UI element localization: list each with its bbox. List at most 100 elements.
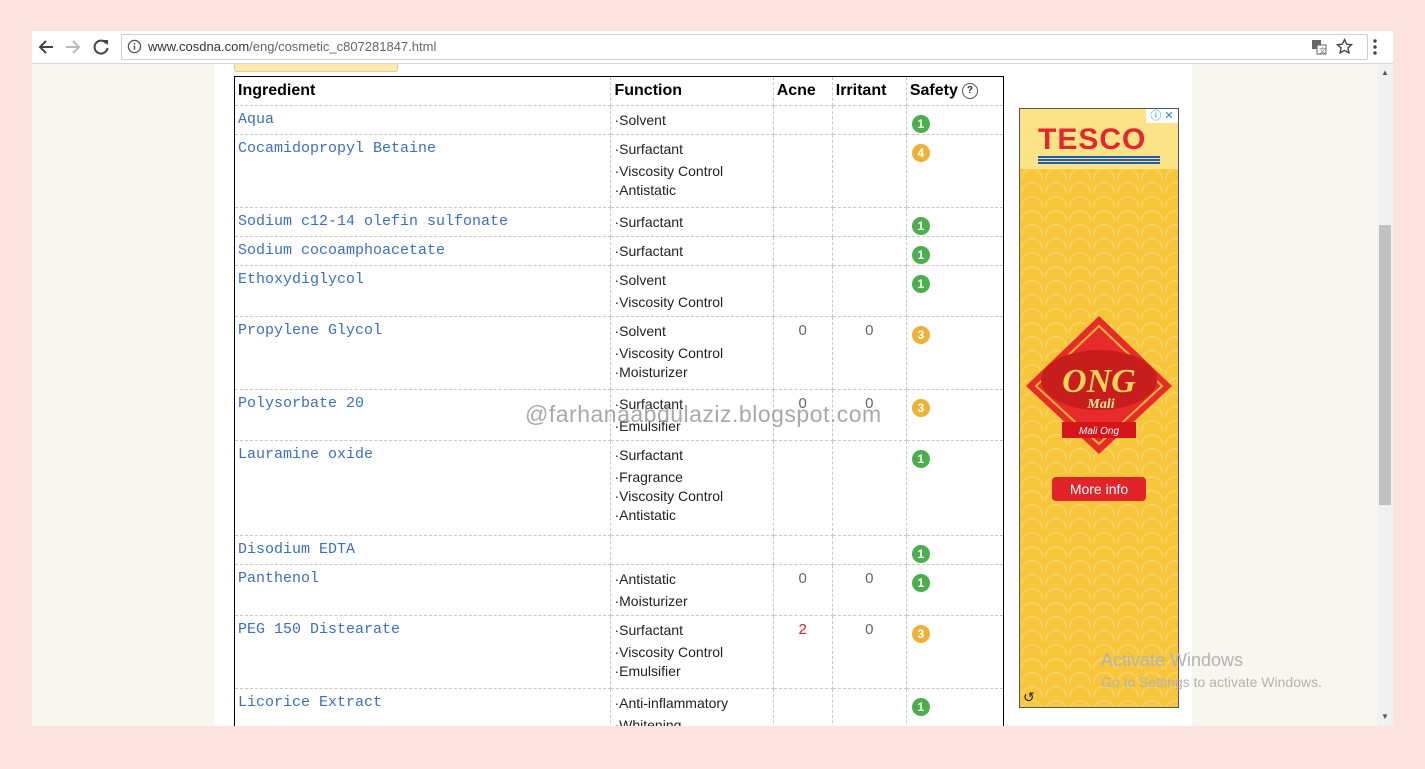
- top-tab[interactable]: [234, 64, 398, 72]
- irritant-cell: 0: [832, 564, 907, 616]
- ad-choices-close[interactable]: ⓘ ✕: [1146, 109, 1178, 123]
- acne-cell: [773, 236, 833, 266]
- acne-cell: 0: [773, 316, 833, 390]
- header-irritant: Irritant: [832, 76, 907, 106]
- help-icon[interactable]: ?: [961, 82, 978, 99]
- table-row: Panthenol ·Antistatic ·Moisturizer 0 0 1: [234, 564, 1004, 616]
- safety-cell: 1: [906, 207, 1004, 237]
- function-item: ·Moisturizer: [614, 593, 688, 609]
- function-item: ·Emulsifier: [614, 663, 681, 679]
- bookmark-star-icon[interactable]: [1336, 38, 1353, 55]
- ingredient-cell: Sodium c12-14 olefin sulfonate: [234, 207, 612, 237]
- irritant-cell: [832, 688, 907, 726]
- ingredient-link[interactable]: Disodium EDTA: [238, 542, 607, 558]
- function-item: ·Surfactant: [614, 141, 683, 157]
- function-cell: ·Surfactant: [610, 207, 774, 237]
- acne-value: 2: [798, 621, 807, 638]
- acne-cell: [773, 134, 833, 208]
- ingredient-cell: Ethoxydiglycol: [234, 265, 612, 317]
- acne-cell: 2: [773, 615, 833, 689]
- table-row: Ethoxydiglycol ·Solvent ·Viscosity Control…: [234, 265, 1004, 317]
- irritant-value: 0: [865, 621, 874, 638]
- replay-icon[interactable]: ↺: [1023, 689, 1035, 706]
- ingredient-link[interactable]: Lauramine oxide: [238, 447, 607, 463]
- ingredient-link[interactable]: Polysorbate 20: [238, 396, 607, 412]
- info-icon[interactable]: [127, 39, 142, 54]
- table-row: Licorice Extract ·Anti-inflammatory ·White…: [234, 688, 1004, 726]
- ingredient-cell: Propylene Glycol: [234, 316, 612, 390]
- ingredient-link[interactable]: Cocamidopropyl Betaine: [238, 141, 607, 157]
- url-path: /eng/cosmetic_c807281847.html: [249, 39, 437, 54]
- vertical-scrollbar[interactable]: ▲ ▼: [1377, 64, 1393, 726]
- safety-badge: 1: [911, 246, 930, 264]
- table-row: Propylene Glycol ·Solvent ·Viscosity Contr…: [234, 316, 1004, 390]
- activate-windows-title: Activate Windows: [1101, 650, 1244, 670]
- ingredient-cell: Cocamidopropyl Betaine: [234, 134, 612, 208]
- ingredient-cell: Disodium EDTA: [234, 535, 612, 565]
- safety-cell: 1: [906, 105, 1004, 135]
- safety-cell: 3: [906, 615, 1004, 689]
- irritant-cell: 0: [832, 316, 907, 390]
- ingredient-cell: Aqua: [234, 105, 612, 135]
- safety-badge: 1: [911, 545, 930, 563]
- scroll-up-icon[interactable]: ▲: [1381, 68, 1389, 77]
- function-cell: ·Solvent ·Viscosity Control ·Moisturizer: [610, 316, 774, 390]
- function-item: ·Anti-inflammatory: [614, 695, 729, 711]
- acne-cell: [773, 265, 833, 317]
- ingredient-link[interactable]: Aqua: [238, 112, 607, 128]
- safety-cell: 1: [906, 535, 1004, 565]
- function-item: ·Antistatic: [614, 507, 676, 523]
- function-item: ·Surfactant: [614, 396, 683, 412]
- reload-icon[interactable]: [90, 36, 112, 58]
- table-row: Disodium EDTA 1: [234, 535, 1004, 565]
- safety-cell: 1: [906, 440, 1004, 536]
- safety-cell: 3: [906, 389, 1004, 441]
- function-cell: ·Antistatic ·Moisturizer: [610, 564, 774, 616]
- scroll-down-icon[interactable]: ▼: [1381, 712, 1389, 721]
- acne-value: 0: [798, 395, 807, 412]
- translate-icon[interactable]: 文: [1311, 39, 1327, 55]
- browser-window: www.cosdna.com/eng/cosmetic_c807281847.h…: [32, 31, 1393, 726]
- ingredient-link[interactable]: PEG 150 Distearate: [238, 622, 607, 638]
- ingredient-link[interactable]: Licorice Extract: [238, 695, 607, 711]
- function-item: ·Surfactant: [614, 214, 683, 230]
- irritant-cell: [832, 105, 907, 135]
- irritant-value: 0: [865, 322, 874, 339]
- function-item: ·Emulsifier: [614, 418, 681, 434]
- more-info-button[interactable]: More info: [1052, 477, 1146, 501]
- function-item: ·Solvent: [614, 272, 666, 288]
- function-cell: ·Surfactant ·Emulsifier: [610, 389, 774, 441]
- address-bar[interactable]: www.cosdna.com/eng/cosmetic_c807281847.h…: [121, 34, 1368, 60]
- acne-cell: [773, 535, 833, 565]
- emblem-ribbon: Mali Ong: [1079, 426, 1119, 437]
- safety-cell: 1: [906, 265, 1004, 317]
- irritant-cell: [832, 207, 907, 237]
- ingredient-link[interactable]: Sodium c12-14 olefin sulfonate: [238, 214, 607, 230]
- ingredient-link[interactable]: Ethoxydiglycol: [238, 272, 607, 288]
- function-item: ·Moisturizer: [614, 364, 688, 380]
- tesco-ad[interactable]: TESCO ⓘ ✕ ONG Mali Mali Ong More info ↺: [1019, 108, 1179, 708]
- irritant-cell: [832, 265, 907, 317]
- ingredient-link[interactable]: Propylene Glycol: [238, 323, 607, 339]
- acne-value: 0: [798, 322, 807, 339]
- url-domain: www.cosdna.com: [148, 39, 250, 54]
- back-arrow-icon[interactable]: [35, 36, 57, 58]
- irritant-cell: [832, 236, 907, 266]
- irritant-cell: 0: [832, 615, 907, 689]
- table-row: Lauramine oxide ·Surfactant ·Fragrance ·Vis…: [234, 440, 1004, 536]
- page-viewport: Ingredient Function Acne Irritant Safety…: [32, 64, 1377, 726]
- forward-arrow-icon[interactable]: [62, 36, 84, 58]
- scroll-thumb[interactable]: [1379, 225, 1391, 505]
- ingredient-link[interactable]: Sodium cocoamphoacetate: [238, 243, 607, 259]
- ingredient-link[interactable]: Panthenol: [238, 571, 607, 587]
- tesco-stripes: [1038, 156, 1160, 164]
- table-header-row: Ingredient Function Acne Irritant Safety…: [234, 76, 1004, 106]
- function-cell: ·Anti-inflammatory ·Whitening: [610, 688, 774, 726]
- function-cell: ·Surfactant ·Viscosity Control ·Antistatic: [610, 134, 774, 208]
- safety-badge: 1: [911, 275, 930, 293]
- browser-toolbar: www.cosdna.com/eng/cosmetic_c807281847.h…: [32, 31, 1393, 64]
- safety-badge: 1: [911, 450, 930, 468]
- emblem-sub: Mali: [1086, 397, 1114, 412]
- safety-cell: 4: [906, 134, 1004, 208]
- menu-dots-icon[interactable]: [1368, 37, 1382, 57]
